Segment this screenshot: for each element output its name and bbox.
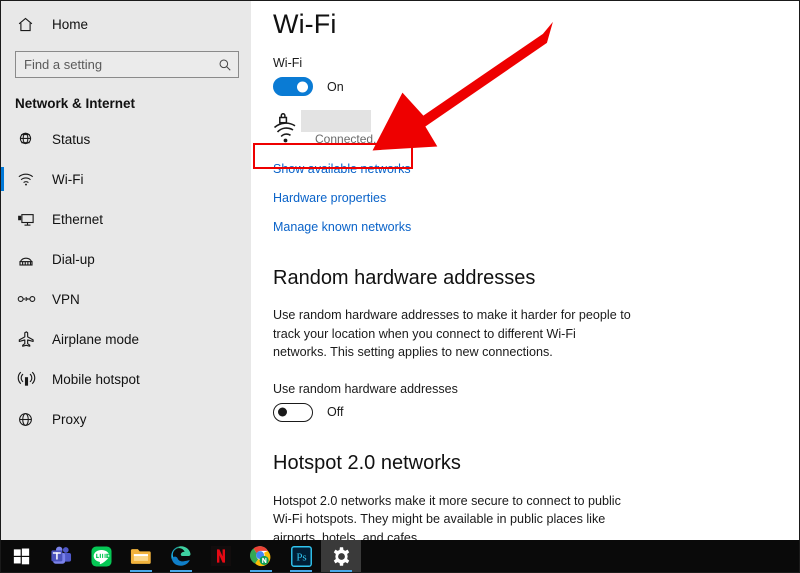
link-hardware-properties[interactable]: Hardware properties: [273, 191, 386, 205]
microsoft-edge-icon: [171, 546, 191, 566]
random-hardware-toggle-knob: [278, 407, 287, 417]
taskbar-running-indicator: [330, 569, 352, 572]
network-name-redacted: [301, 110, 371, 132]
sidebar-item-ethernet[interactable]: Ethernet: [1, 199, 251, 239]
file-explorer-folder-icon: [130, 548, 151, 564]
sidebar-item-status-label: Status: [52, 131, 91, 147]
windows-settings-window: Home Network & Internet Status: [0, 0, 800, 573]
settings-sidebar: Home Network & Internet Status: [1, 1, 251, 542]
sidebar-item-home-label: Home: [52, 16, 89, 32]
sidebar-item-dial-up[interactable]: Dial-up: [1, 239, 251, 279]
sidebar-item-vpn-label: VPN: [52, 291, 80, 307]
sidebar-item-wifi-label: Wi-Fi: [52, 171, 84, 187]
sidebar-item-wifi[interactable]: Wi-Fi: [1, 159, 251, 199]
random-hardware-toggle[interactable]: [273, 402, 313, 422]
wifi-toggle-knob: [297, 81, 308, 92]
airplane-icon: [17, 328, 43, 350]
search-box[interactable]: [15, 51, 239, 78]
sidebar-item-airplane-mode[interactable]: Airplane mode: [1, 319, 251, 359]
taskbar-settings[interactable]: [321, 540, 361, 572]
taskbar-teams[interactable]: [41, 540, 81, 572]
taskbar-running-indicator: [250, 569, 272, 572]
taskbar-photoshop[interactable]: Ps: [281, 540, 321, 572]
random-hardware-toggle-label: Use random hardware addresses: [273, 381, 458, 396]
home-icon: [17, 13, 43, 35]
hotspot-heading: Hotspot 2.0 networks: [273, 451, 461, 474]
search-icon: [212, 58, 238, 72]
settings-content-pane: Wi-Fi Wi-Fi On Connected, secured Show a…: [251, 1, 799, 542]
wifi-toggle[interactable]: [273, 77, 313, 96]
taskbar-edge[interactable]: [161, 540, 201, 572]
globe-status-icon: [17, 128, 43, 150]
link-show-available-networks[interactable]: Show available networks: [273, 162, 411, 176]
gear-icon: [333, 546, 349, 566]
search-input[interactable]: [16, 52, 212, 77]
windows-logo-icon: [13, 548, 29, 564]
taskbar-file-explorer[interactable]: [121, 540, 161, 572]
taskbar-running-indicator: [170, 569, 192, 572]
connected-network-block[interactable]: Connected, secured: [273, 110, 799, 152]
windows-taskbar: Ps: [1, 540, 799, 572]
globe-proxy-icon: [17, 408, 43, 430]
line-app-icon: [90, 545, 112, 567]
random-hardware-toggle-row[interactable]: Off: [273, 402, 799, 422]
vpn-icon: [17, 288, 43, 310]
taskbar-running-indicator: [290, 569, 312, 572]
sidebar-item-dial-up-label: Dial-up: [52, 251, 95, 267]
page-title: Wi-Fi: [273, 9, 337, 39]
sidebar-section-heading: Network & Internet: [15, 96, 136, 111]
selection-indicator: [1, 167, 4, 191]
sidebar-item-proxy-label: Proxy: [52, 411, 87, 427]
start-button[interactable]: [1, 540, 41, 572]
wifi-toggle-label: Wi-Fi: [273, 56, 303, 70]
ethernet-icon: [17, 208, 43, 230]
sidebar-item-status[interactable]: Status: [1, 119, 251, 159]
network-status-text: Connected, secured: [315, 132, 423, 146]
wifi-toggle-state: On: [327, 79, 344, 94]
hotspot-description: Hotspot 2.0 networks make it more secure…: [273, 493, 621, 543]
sidebar-item-home[interactable]: Home: [1, 7, 251, 41]
sidebar-item-airplane-mode-label: Airplane mode: [52, 331, 140, 347]
random-hardware-heading: Random hardware addresses: [273, 267, 536, 289]
wifi-toggle-row[interactable]: On: [273, 77, 799, 96]
sidebar-item-mobile-hotspot-label: Mobile hotspot: [52, 371, 140, 387]
random-hardware-toggle-state: Off: [327, 405, 344, 419]
random-hardware-description: Use random hardware addresses to make it…: [273, 308, 631, 359]
netflix-icon: [211, 546, 231, 566]
taskbar-running-indicator: [130, 569, 152, 572]
dialup-modem-icon: [17, 248, 43, 270]
taskbar-chrome[interactable]: [241, 540, 281, 572]
link-manage-known-networks[interactable]: Manage known networks: [273, 220, 411, 234]
google-chrome-icon: [250, 546, 271, 567]
taskbar-line[interactable]: [81, 540, 121, 572]
mobile-hotspot-icon: [17, 368, 43, 390]
adobe-photoshop-icon: Ps: [290, 545, 312, 567]
sidebar-item-mobile-hotspot[interactable]: Mobile hotspot: [1, 359, 251, 399]
taskbar-netflix[interactable]: [201, 540, 241, 572]
svg-text:Ps: Ps: [296, 551, 306, 563]
sidebar-item-ethernet-label: Ethernet: [52, 211, 104, 227]
sidebar-item-proxy[interactable]: Proxy: [1, 399, 251, 439]
sidebar-item-vpn[interactable]: VPN: [1, 279, 251, 319]
wifi-icon: [17, 168, 43, 190]
microsoft-teams-icon: [50, 546, 71, 564]
